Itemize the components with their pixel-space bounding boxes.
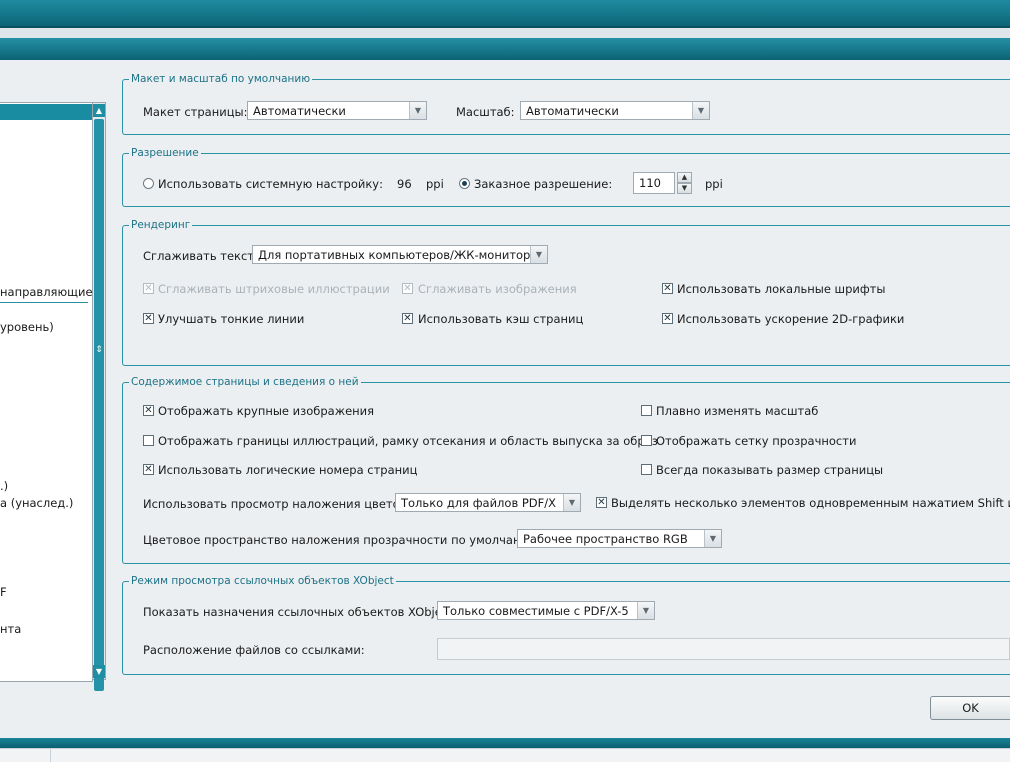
- stepper-down-icon[interactable]: ▼: [677, 183, 692, 194]
- dialog-title-bar[interactable]: [0, 38, 1010, 60]
- smooth-images-checkbox[interactable]: ✕: [402, 283, 413, 294]
- scroll-grip-icon: ⇕: [95, 345, 103, 355]
- logical-numbers-checkbox[interactable]: ✕: [143, 464, 154, 475]
- page-size-label: Всегда показывать размер страницы: [656, 463, 884, 477]
- page-size-checkbox[interactable]: [641, 464, 652, 475]
- smooth-zoom-label: Плавно изменять масштаб: [656, 404, 819, 418]
- categories-list[interactable]: направляющие уровень) .) а (унаслед.) F …: [0, 102, 93, 682]
- smooth-images-label: Сглаживать изображения: [418, 282, 577, 296]
- transparency-grid-label: Отображать сетку прозрачности: [656, 434, 857, 448]
- xobject-group: Режим просмотра ссылочных объектов XObje…: [122, 575, 1010, 675]
- scrollbar-thumb[interactable]: [94, 119, 104, 691]
- chevron-down-icon: ▼: [692, 102, 709, 119]
- accel-2d-checkbox[interactable]: ✕: [662, 313, 673, 324]
- resolution-legend: Разрешение: [131, 147, 199, 159]
- thin-lines-label: Улучшать тонкие линии: [158, 312, 305, 326]
- custom-resolution-unit: ppi: [705, 177, 723, 191]
- smooth-text-label: Сглаживать текст:: [143, 249, 258, 263]
- system-resolution-label: Использовать системную настройку:: [158, 177, 383, 191]
- smooth-zoom-checkbox[interactable]: [641, 405, 652, 416]
- shift-select-checkbox[interactable]: ✕: [596, 497, 607, 508]
- smooth-line-art-checkbox[interactable]: ✕: [143, 283, 154, 294]
- overprint-value: Только для файлов PDF/X: [401, 496, 557, 510]
- app-bottom-bar: [0, 738, 1010, 748]
- categories-separator: [0, 302, 88, 303]
- stepper-up-icon[interactable]: ▲: [677, 172, 692, 183]
- list-item[interactable]: F: [0, 585, 7, 599]
- custom-resolution-input[interactable]: 110: [633, 172, 675, 194]
- shift-select-label: Выделять несколько элементов одновременн…: [611, 496, 1010, 510]
- status-bar: [0, 748, 1010, 762]
- resolution-stepper[interactable]: ▲ ▼: [677, 172, 692, 194]
- rendering-legend: Рендеринг: [131, 219, 191, 231]
- zoom-select[interactable]: Автоматически ▼: [520, 101, 710, 120]
- overprint-label: Использовать просмотр наложения цветов:: [143, 497, 411, 511]
- large-images-label: Отображать крупные изображения: [158, 404, 375, 418]
- transparency-grid-checkbox[interactable]: [641, 435, 652, 446]
- thin-lines-checkbox[interactable]: ✕: [143, 313, 154, 324]
- blend-space-select[interactable]: Рабочее пространство RGB ▼: [517, 529, 722, 548]
- blend-space-value: Рабочее пространство RGB: [523, 532, 688, 546]
- zoom-label: Масштаб:: [456, 105, 515, 119]
- local-fonts-checkbox[interactable]: ✕: [662, 283, 673, 294]
- chevron-down-icon: ▼: [409, 102, 426, 119]
- show-targets-label: Показать назначения ссылочных объектов X…: [143, 605, 457, 619]
- art-bleed-checkbox[interactable]: [143, 435, 154, 446]
- zoom-value: Автоматически: [526, 104, 619, 118]
- list-item[interactable]: направляющие: [0, 285, 93, 299]
- system-resolution-radio[interactable]: [143, 178, 154, 189]
- local-fonts-label: Использовать локальные шрифты: [677, 282, 886, 296]
- list-item[interactable]: уровень): [0, 320, 54, 334]
- show-targets-select[interactable]: Только совместимые с PDF/X-5 ▼: [437, 601, 655, 620]
- overprint-select[interactable]: Только для файлов PDF/X ▼: [395, 493, 581, 512]
- layout-zoom-legend: Макет и масштаб по умолчанию: [131, 73, 311, 85]
- scroll-down-icon[interactable]: ▼: [93, 665, 105, 678]
- files-location-label: Расположение файлов со ссылками:: [143, 643, 365, 657]
- custom-resolution-label: Заказное разрешение:: [474, 177, 613, 191]
- art-bleed-label: Отображать границы иллюстраций, рамку от…: [158, 434, 658, 448]
- status-bar-segment: [0, 749, 51, 762]
- blend-space-label: Цветовое пространство наложения прозрачн…: [143, 533, 542, 547]
- page-content-legend: Содержимое страницы и сведения о ней: [131, 376, 359, 388]
- chevron-down-icon: ▼: [637, 602, 654, 619]
- list-item[interactable]: .): [0, 479, 8, 493]
- app-background-strip: [0, 28, 1010, 38]
- show-targets-value: Только совместимые с PDF/X-5: [443, 604, 629, 618]
- page-layout-label: Макет страницы:: [143, 105, 248, 119]
- smooth-text-select[interactable]: Для портативных компьютеров/ЖК-мониторов…: [252, 245, 548, 264]
- categories-list-selected-item[interactable]: [0, 104, 92, 120]
- smooth-text-value: Для портативных компьютеров/ЖК-мониторов: [258, 248, 545, 262]
- ok-button[interactable]: OK: [930, 696, 1010, 720]
- chevron-down-icon: ▼: [704, 530, 721, 547]
- scroll-up-icon[interactable]: ▲: [93, 104, 105, 117]
- accel-2d-label: Использовать ускорение 2D-графики: [677, 312, 905, 326]
- list-item[interactable]: а (унаслед.): [0, 496, 73, 510]
- chevron-down-icon: ▼: [530, 246, 547, 263]
- app-top-bar: [0, 0, 1010, 28]
- large-images-checkbox[interactable]: ✕: [143, 405, 154, 416]
- categories-scrollbar[interactable]: ▲ ⇕ ▼: [92, 102, 106, 691]
- page-cache-checkbox[interactable]: ✕: [402, 313, 413, 324]
- files-location-input[interactable]: [437, 638, 1010, 660]
- logical-numbers-label: Использовать логические номера страниц: [158, 463, 418, 477]
- list-item[interactable]: нта: [0, 622, 21, 636]
- page-layout-select[interactable]: Автоматически ▼: [247, 101, 427, 120]
- custom-resolution-radio[interactable]: [459, 178, 470, 189]
- xobject-legend: Режим просмотра ссылочных объектов XObje…: [131, 575, 394, 587]
- system-resolution-unit: ppi: [426, 177, 444, 191]
- smooth-line-art-label: Сглаживать штриховые иллюстрации: [158, 282, 390, 296]
- system-resolution-value: 96: [397, 177, 412, 191]
- chevron-down-icon: ▼: [563, 494, 580, 511]
- page-cache-label: Использовать кэш страниц: [418, 312, 584, 326]
- page-layout-value: Автоматически: [253, 104, 346, 118]
- custom-resolution-value: 110: [639, 176, 661, 190]
